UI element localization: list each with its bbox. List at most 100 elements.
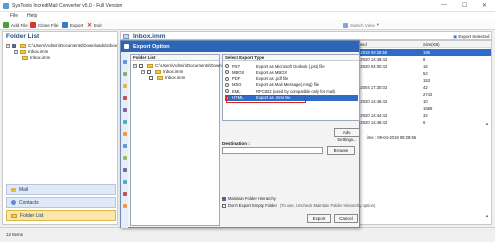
maintain-hierarchy-checkbox[interactable]	[222, 196, 226, 201]
dialog-tree-checkbox[interactable]	[149, 75, 153, 80]
export-option-mbox[interactable]: MBOX Export as MBOX	[225, 69, 345, 75]
side-strip-icon[interactable]	[123, 192, 127, 196]
maintain-hierarchy-option[interactable]: Maintain Folder Hierarchy	[222, 196, 276, 201]
table-row[interactable]: 2742	[357, 91, 491, 98]
side-strip-icon[interactable]	[123, 96, 127, 100]
folder-icon	[155, 69, 161, 74]
nav-contacts[interactable]: Contacts	[6, 197, 116, 208]
menu-file[interactable]: File	[10, 13, 18, 19]
side-strip-icon[interactable]	[123, 156, 127, 160]
browse-button[interactable]: Browse	[327, 146, 355, 155]
table-row[interactable]: -2020 14:46:42 10	[357, 98, 491, 105]
row-size: 8	[423, 57, 426, 62]
table-row[interactable]: -2020 04:00:42 16	[357, 63, 491, 70]
switch-view-icon	[343, 22, 348, 28]
side-strip-icon[interactable]	[123, 84, 127, 88]
tree-root[interactable]: − C:\Users\Admin\Documents\Downloads\Inb…	[6, 43, 117, 48]
mailbox-icon	[123, 34, 129, 39]
dont-export-empty-option[interactable]: Don't Export Empty Folder (To use, Unche…	[222, 203, 375, 208]
export-button[interactable]: Export	[62, 22, 83, 28]
export-option-desc: Export as .pdf file	[256, 76, 289, 82]
radio-button[interactable]	[225, 89, 229, 94]
dialog-tree-checkbox[interactable]	[147, 69, 151, 74]
side-strip-icon[interactable]	[123, 204, 127, 208]
exit-label: Exit	[94, 23, 102, 28]
side-strip-icon[interactable]	[123, 108, 127, 112]
maximize-button[interactable]: ☐	[462, 2, 467, 9]
adv-settings-button[interactable]: Adv. Settings...	[334, 128, 360, 142]
close-file-icon	[30, 22, 36, 28]
nav-folder-list-label: Folder List	[20, 212, 44, 219]
column-header-received[interactable]: ived	[357, 41, 421, 48]
collapse-icon[interactable]: −	[14, 49, 18, 54]
table-row[interactable]: -2020 14:44:42 32	[357, 112, 491, 119]
table-row[interactable]: 153	[357, 77, 491, 84]
add-file-label: Add File	[11, 22, 28, 28]
radio-button[interactable]	[225, 64, 229, 68]
side-strip-icon[interactable]	[123, 72, 127, 76]
add-file-button[interactable]: Add File	[3, 22, 28, 28]
table-row[interactable]: -2004 17:30:02 42	[357, 84, 491, 91]
nav-mail[interactable]: Mail	[6, 184, 116, 195]
table-row[interactable]: 52	[357, 70, 491, 77]
folder-icon	[22, 55, 28, 60]
menu-bar: File Help	[0, 12, 495, 20]
side-strip-icon[interactable]	[123, 132, 127, 136]
dialog-folder-panel: Folder List − C:\Users\Admin\Documents\D…	[130, 54, 223, 226]
dialog-tree-subitem[interactable]: Inbox.imm	[149, 75, 185, 80]
side-strip-icon[interactable]	[123, 168, 127, 172]
radio-button[interactable]	[225, 76, 229, 81]
export-option-eml[interactable]: EML RFC822 (used by compatible only for m…	[225, 88, 345, 94]
side-strip-icon[interactable]	[123, 120, 127, 124]
export-option-key: EML	[232, 88, 241, 94]
table-row[interactable]: -2019 09:28:56 186	[357, 49, 491, 56]
export-option-desc: Export as Microsoft Outlook (.pst) file	[256, 63, 325, 69]
cancel-dialog-button[interactable]: Cancel	[334, 214, 358, 223]
tree-item-inbox[interactable]: − Inbox.imm	[14, 49, 48, 54]
nav-folder-list[interactable]: Folder List	[6, 210, 116, 221]
export-option-pst[interactable]: PST Export as Microsoft Outlook (.pst) fi…	[225, 63, 345, 69]
destination-input[interactable]	[222, 147, 323, 154]
radio-button[interactable]	[225, 70, 229, 75]
dont-export-note: (To use, Uncheck Maintain Folder Hierarc…	[279, 203, 376, 208]
minimize-button[interactable]: —	[441, 2, 447, 8]
tree-root-label: C:\Users\Admin\Documents\Downloads\Inbox	[28, 43, 118, 48]
dialog-tree-root[interactable]: − C:\Users\Admin\Documents\Downl	[133, 63, 223, 68]
collapse-icon[interactable]: −	[133, 63, 137, 68]
exit-button[interactable]: ✕ Exit	[87, 22, 102, 29]
close-file-button[interactable]: Close File	[30, 22, 58, 28]
side-strip-icon[interactable]	[123, 144, 127, 148]
tree-item-inbox-sub[interactable]: Inbox.imm	[22, 55, 50, 60]
switch-view-button[interactable]: Switch View ▾	[343, 22, 379, 28]
export-option-pdf[interactable]: PDF Export as .pdf file	[225, 76, 345, 82]
window-title: SysTools IncrediMail Converter v5.0 - Fu…	[12, 3, 123, 9]
menu-help[interactable]: Help	[27, 13, 37, 19]
dialog-tree-root-label: C:\Users\Admin\Documents\Downl	[155, 63, 223, 68]
switch-view-label: Switch View	[350, 22, 375, 28]
scroll-up-icon[interactable]: ▲	[485, 121, 489, 126]
close-button[interactable]: ✕	[482, 2, 487, 9]
table-row[interactable]: -2020 14:48:42 8	[357, 56, 491, 63]
dialog-tree-checkbox[interactable]	[139, 63, 143, 68]
export-dialog-button[interactable]: Export	[307, 214, 331, 223]
collapse-icon[interactable]: −	[6, 43, 10, 48]
side-strip-icon[interactable]	[123, 60, 127, 64]
export-icon	[62, 22, 68, 28]
tree-root-checkbox[interactable]	[12, 43, 16, 48]
toolbar: Add File Close File Export ✕ Exit Switch…	[0, 20, 495, 30]
row-size: 10	[423, 99, 428, 104]
export-option-key: MSG	[232, 82, 242, 88]
side-strip-icon[interactable]	[123, 180, 127, 184]
exit-icon: ✕	[87, 23, 93, 29]
column-header-size[interactable]: Size(KB)	[421, 41, 491, 48]
dialog-tree-item[interactable]: − Inbox.imm	[141, 69, 183, 74]
table-row[interactable]: -2020 14:48:42 6	[357, 119, 491, 126]
mailbox-title: Inbox.imm	[133, 33, 166, 40]
export-option-msg[interactable]: MSG Export as Mail Message(.msg) file	[225, 82, 345, 88]
table-row[interactable]: 1689	[357, 105, 491, 112]
dont-export-empty-checkbox[interactable]	[222, 203, 226, 208]
scroll-up-icon-2[interactable]: ▲	[485, 213, 489, 218]
collapse-icon[interactable]: −	[141, 69, 145, 74]
row-size: 153	[423, 78, 430, 83]
radio-button[interactable]	[225, 82, 229, 87]
